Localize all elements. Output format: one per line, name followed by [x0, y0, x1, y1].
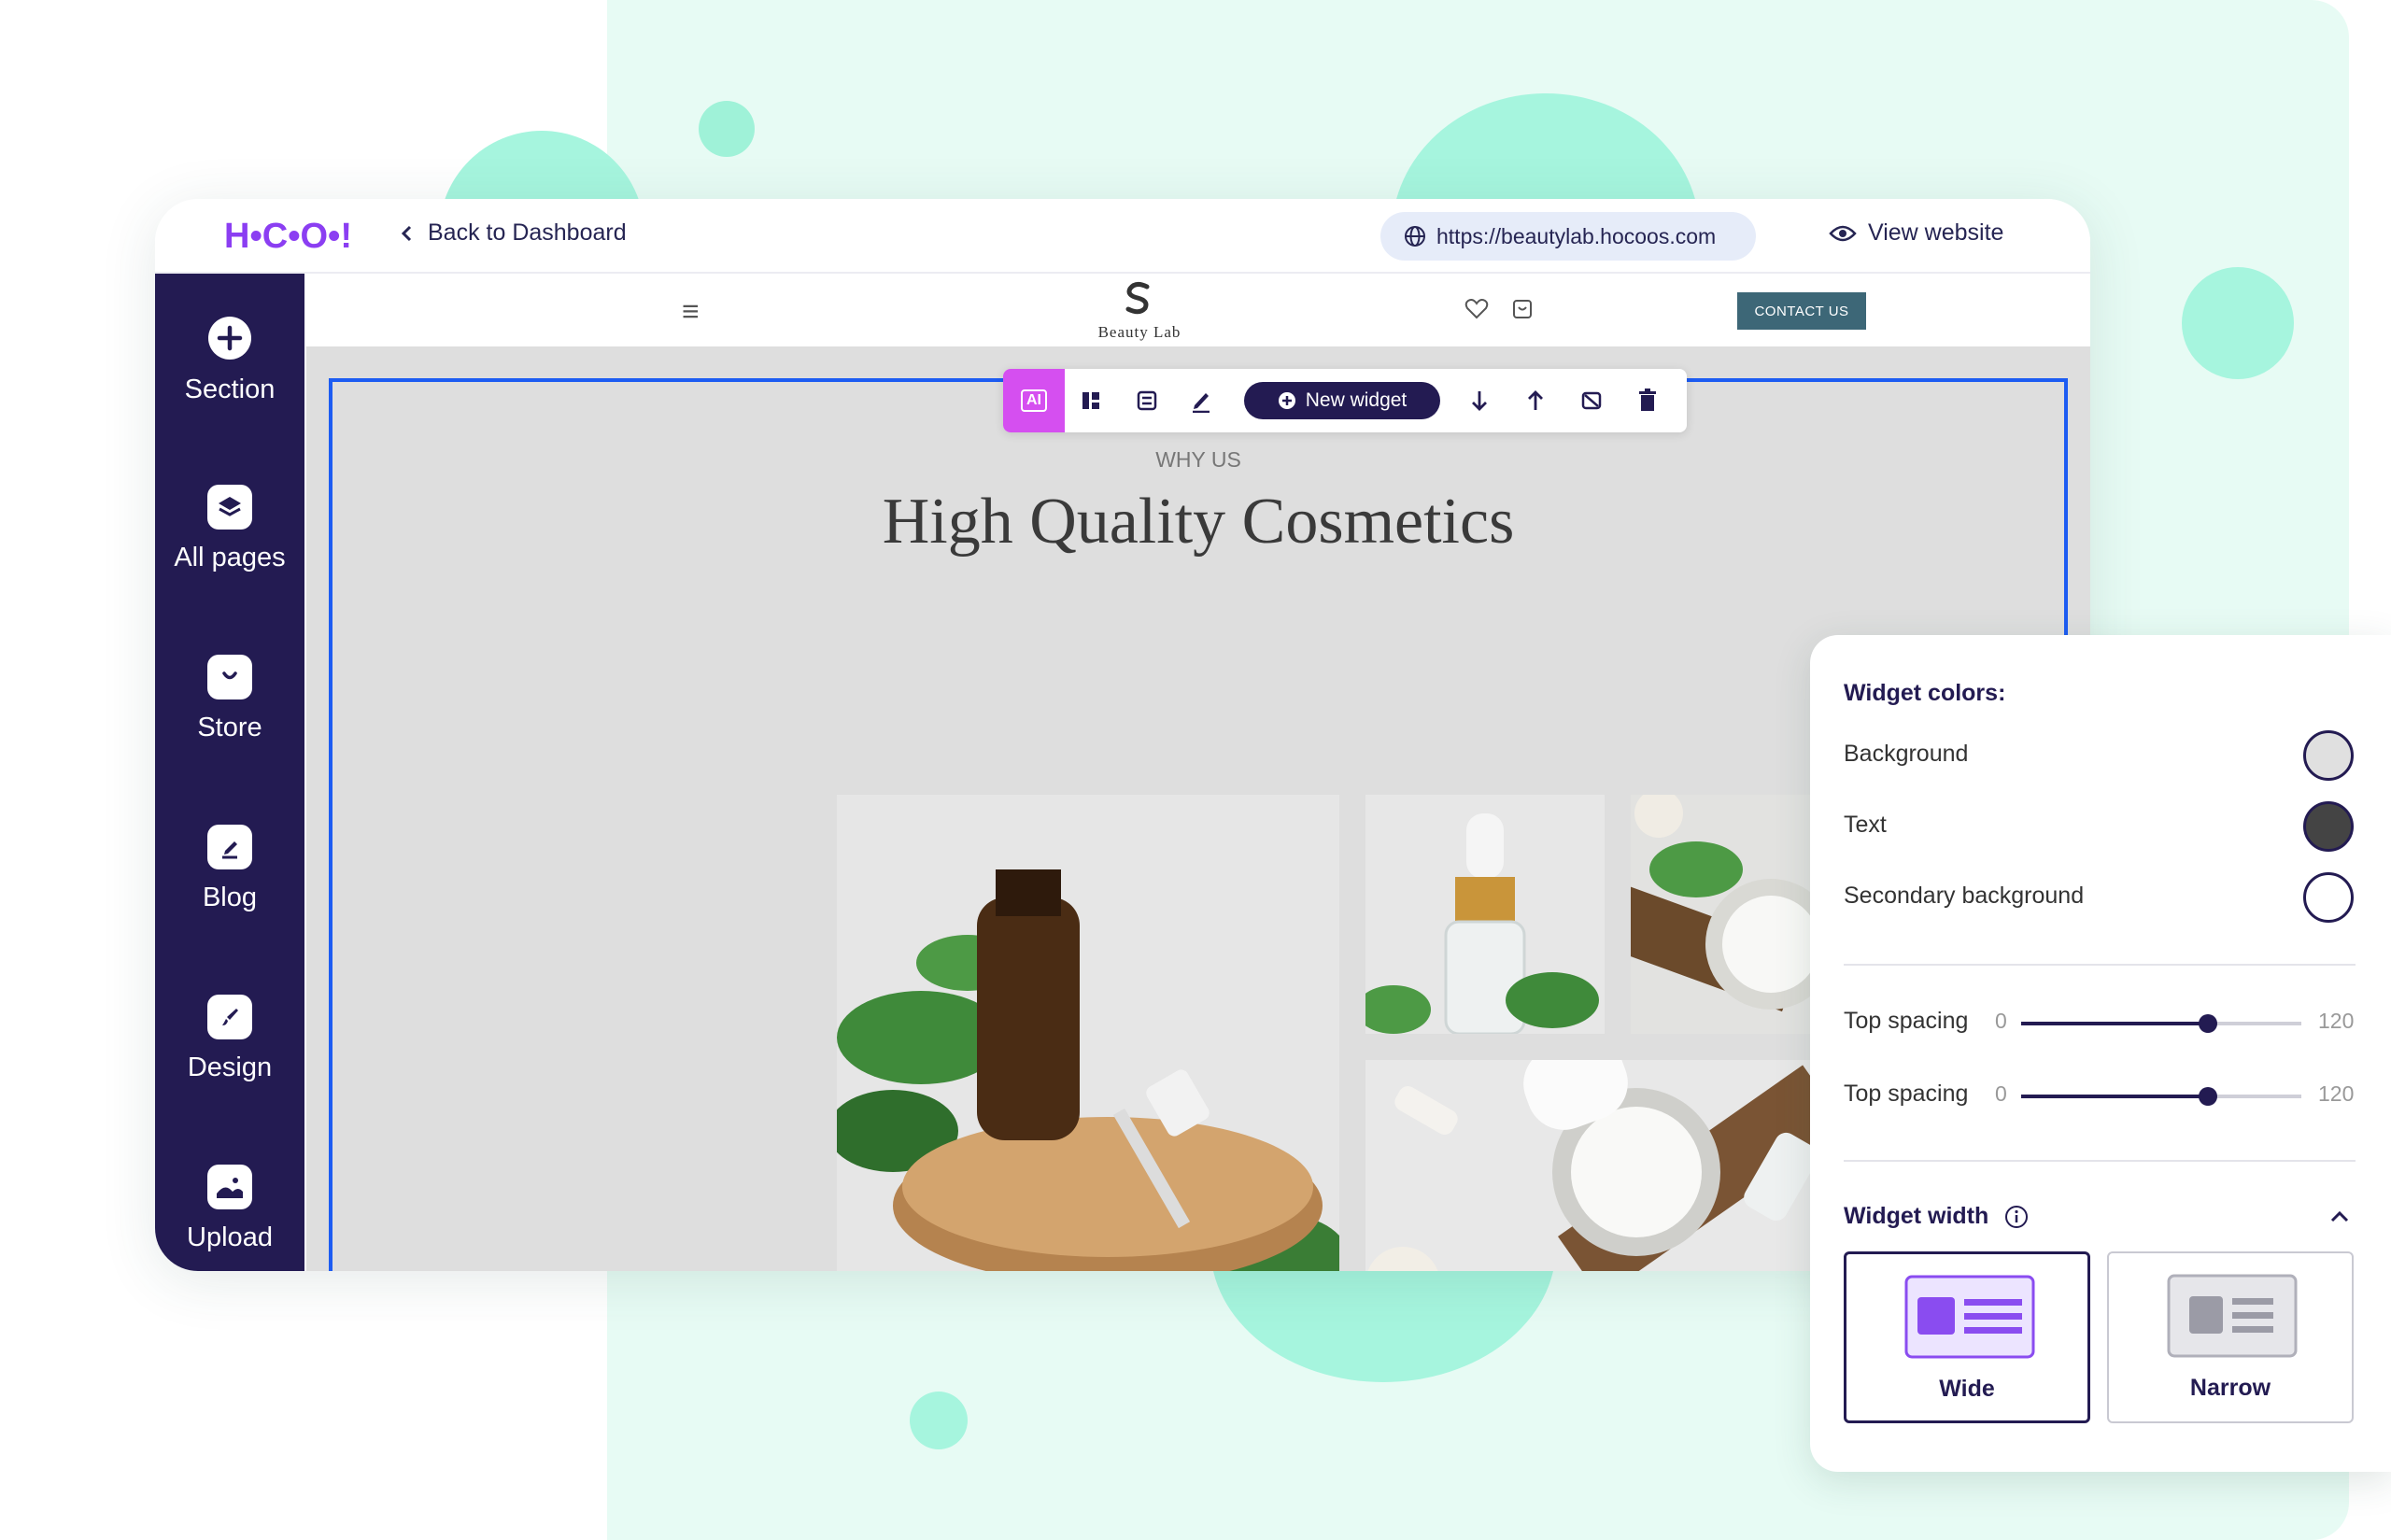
decor-blob	[910, 1392, 968, 1449]
info-icon[interactable]	[2004, 1205, 2029, 1229]
color-row-label: Text	[1844, 812, 1887, 838]
ai-button[interactable]: AI	[1003, 369, 1065, 432]
color-row-label: Secondary background	[1844, 883, 2085, 909]
sidebar-item-design[interactable]: Design	[155, 995, 304, 1083]
sidebar-item-section[interactable]: Section	[155, 315, 304, 405]
widget-width-label: Widget width	[1844, 1203, 1989, 1229]
edit-note-icon	[207, 825, 252, 869]
top-spacing-slider[interactable]	[2021, 1087, 2301, 1106]
site-logo[interactable]: Beauty Lab	[1074, 279, 1205, 342]
new-widget-label: New widget	[1305, 389, 1408, 411]
settings-sliders-icon[interactable]	[1134, 388, 1160, 414]
sidebar-item-label: All pages	[174, 543, 286, 572]
ai-label: AI	[1021, 389, 1047, 412]
narrow-layout-icon	[2167, 1274, 2298, 1358]
chevron-up-icon[interactable]	[2329, 1210, 2350, 1223]
slider-fill	[2021, 1022, 2208, 1025]
hamburger-menu-icon[interactable]: ≡	[682, 294, 700, 329]
sidebar-item-label: Store	[197, 713, 262, 742]
pen-icon[interactable]	[1188, 388, 1214, 414]
view-website-button[interactable]: View website	[1829, 219, 2003, 247]
wide-layout-icon	[1904, 1275, 2035, 1359]
site-url: https://beautylab.hocoos.com	[1436, 223, 1717, 248]
top-bar: H•C•O•! Back to Dashboard https://beauty…	[155, 199, 2090, 274]
decor-blob	[2182, 267, 2294, 379]
color-row-label: Background	[1844, 741, 1969, 767]
sidebar-item-label: Blog	[202, 883, 258, 912]
bag-icon[interactable]	[1511, 298, 1534, 320]
site-brand-name: Beauty Lab	[1097, 323, 1181, 341]
widget-settings-panel: Widget colors: Background Text Secondary…	[1810, 635, 2391, 1472]
editor-window: H•C•O•! Back to Dashboard https://beauty…	[155, 199, 2090, 1271]
widget-toolbar: AI New widget	[1003, 369, 1687, 432]
image-upload-icon	[207, 1165, 252, 1209]
slider-fill	[2021, 1095, 2208, 1098]
slider-max: 120	[2318, 1081, 2355, 1106]
slider-thumb[interactable]	[2199, 1087, 2217, 1106]
view-website-label: View website	[1868, 219, 2004, 246]
site-url-pill[interactable]: https://beautylab.hocoos.com	[1380, 212, 1756, 261]
new-widget-button[interactable]: New widget	[1244, 382, 1440, 419]
width-option-label: Narrow	[2189, 1375, 2271, 1401]
sidebar-item-blog[interactable]: Blog	[155, 825, 304, 913]
divider	[1844, 964, 2356, 966]
globe-icon	[1405, 226, 1425, 247]
top-spacing-slider[interactable]	[2021, 1014, 2301, 1033]
hide-section-icon[interactable]	[1578, 388, 1605, 414]
site-header: ≡ Beauty Lab CONTACT US	[306, 274, 2090, 346]
divider	[1844, 1160, 2356, 1162]
sidebar-item-upload[interactable]: Upload	[155, 1165, 304, 1253]
editor-sidebar: Section All pages Store Blog Design Uplo…	[155, 274, 304, 1271]
trash-icon[interactable]	[1634, 388, 1661, 414]
back-label: Back to Dashboard	[428, 219, 627, 246]
section-eyebrow: WHY US	[1155, 447, 1241, 472]
width-option-narrow[interactable]: Narrow	[2107, 1251, 2354, 1423]
arrow-down-icon[interactable]	[1466, 388, 1493, 414]
heart-icon[interactable]	[1464, 298, 1489, 320]
slider-min: 0	[1995, 1009, 2007, 1033]
plus-circle-icon	[208, 317, 251, 360]
widget-colors-title: Widget colors:	[1844, 680, 2006, 706]
shopping-bag-icon	[207, 655, 252, 699]
brush-icon	[207, 995, 252, 1039]
section-headline: High Quality Cosmetics	[882, 486, 1515, 558]
sidebar-item-all-pages[interactable]: All pages	[155, 485, 304, 573]
slider-min: 0	[1995, 1081, 2007, 1106]
width-option-label: Wide	[1939, 1376, 1995, 1402]
gallery-image-amber-bottle[interactable]	[837, 795, 1339, 1271]
beauty-lab-logo-mark	[1125, 281, 1150, 315]
back-to-dashboard-link[interactable]: Back to Dashboard	[400, 219, 627, 247]
gallery-image-dropper-bottle[interactable]	[1365, 795, 1605, 1034]
sidebar-item-label: Section	[184, 374, 276, 404]
contact-us-button[interactable]: CONTACT US	[1737, 292, 1866, 330]
hocoos-logo: H•C•O•!	[224, 217, 352, 256]
slider-thumb[interactable]	[2199, 1014, 2217, 1033]
widget-width-title[interactable]: Widget width	[1844, 1203, 2029, 1230]
sidebar-item-label: Upload	[187, 1222, 273, 1252]
svg-text:H•C•O•!: H•C•O•!	[224, 217, 352, 256]
width-option-wide[interactable]: Wide	[1844, 1251, 2090, 1423]
background-color-swatch[interactable]	[2303, 730, 2354, 781]
layers-icon	[207, 485, 252, 530]
gallery-image-cream-flatlay[interactable]	[1365, 1060, 1868, 1271]
layout-icon[interactable]	[1078, 388, 1104, 414]
decor-blob	[699, 101, 755, 157]
sidebar-item-label: Design	[187, 1053, 273, 1082]
plus-circle-icon	[1278, 392, 1295, 409]
slider-label: Top spacing	[1844, 1008, 1969, 1034]
chevron-left-icon	[401, 225, 412, 241]
secondary-background-color-swatch[interactable]	[2303, 872, 2354, 923]
sidebar-item-store[interactable]: Store	[155, 655, 304, 743]
eye-icon	[1829, 225, 1857, 241]
text-color-swatch[interactable]	[2303, 801, 2354, 852]
slider-max: 120	[2318, 1009, 2355, 1033]
arrow-up-icon[interactable]	[1522, 388, 1549, 414]
slider-label: Top spacing	[1844, 1081, 1969, 1107]
